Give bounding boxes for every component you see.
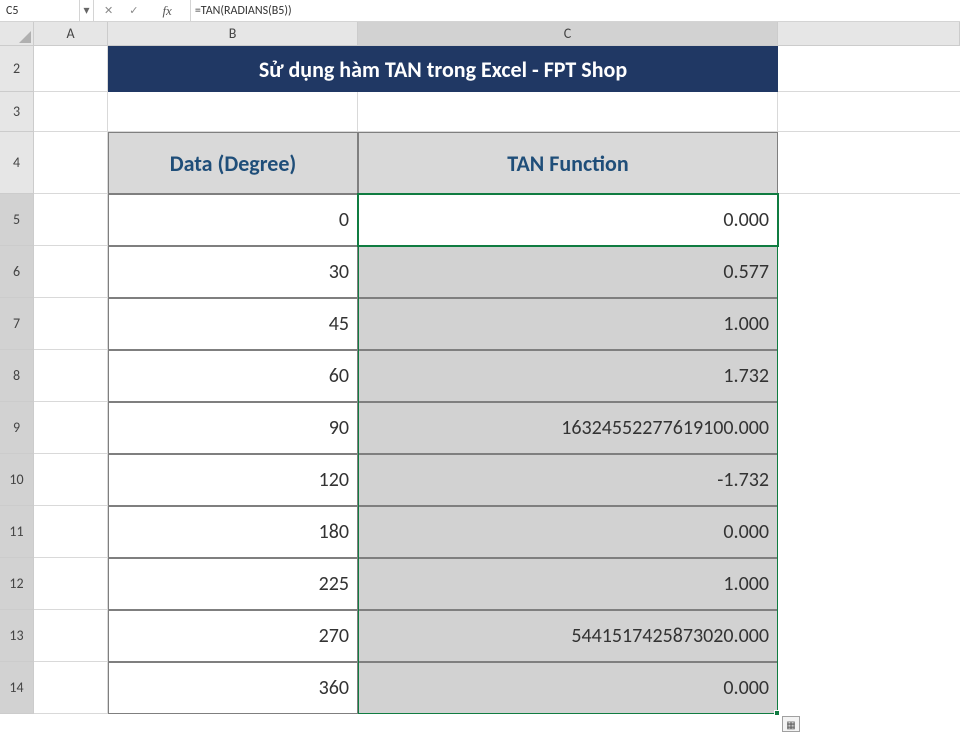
cell-b14[interactable]: 360 (108, 662, 358, 714)
cell-c13[interactable]: 5441517425873020.000 (358, 610, 778, 662)
formula-bar: C5 ▾ ✕ ✓ fx =TAN(RADIANS(B5)) (0, 0, 960, 22)
col-header[interactable]: A (34, 22, 108, 46)
cell[interactable] (34, 454, 108, 506)
cell-b6[interactable]: 30 (108, 246, 358, 298)
col-header[interactable]: B (108, 22, 358, 46)
row-header[interactable]: 12 (0, 558, 34, 610)
name-box[interactable]: C5 (0, 0, 80, 21)
cell-c14[interactable]: 0.000 (358, 662, 778, 714)
confirm-icon[interactable]: ✓ (129, 4, 138, 17)
cell-c10[interactable]: -1.732 (358, 454, 778, 506)
cell[interactable] (358, 92, 778, 132)
cell[interactable] (34, 558, 108, 610)
row-header[interactable]: 5 (0, 194, 34, 246)
cell[interactable] (34, 506, 108, 558)
formula-input[interactable]: =TAN(RADIANS(B5)) (191, 0, 960, 21)
title-cell[interactable]: Sử dụng hàm TAN trong Excel - FPT Shop (108, 46, 778, 92)
cell[interactable] (34, 662, 108, 714)
select-all-corner[interactable] (0, 22, 34, 46)
cell-b12[interactable]: 225 (108, 558, 358, 610)
cell-c7[interactable]: 1.000 (358, 298, 778, 350)
row-header[interactable]: 8 (0, 350, 34, 402)
fx-icon[interactable]: fx (154, 3, 179, 19)
cell[interactable] (34, 46, 108, 92)
cell[interactable] (34, 402, 108, 454)
cell[interactable] (778, 132, 960, 194)
row-header[interactable]: 3 (0, 92, 34, 132)
cell-b9[interactable]: 90 (108, 402, 358, 454)
cell-b10[interactable]: 120 (108, 454, 358, 506)
row-header[interactable]: 10 (0, 454, 34, 506)
autofill-options-button[interactable]: ▦ (782, 716, 800, 732)
cell[interactable] (34, 246, 108, 298)
row-header[interactable]: 11 (0, 506, 34, 558)
cell-b7[interactable]: 45 (108, 298, 358, 350)
cell-b8[interactable]: 60 (108, 350, 358, 402)
cell[interactable] (778, 194, 960, 714)
cell[interactable] (34, 298, 108, 350)
cell-c8[interactable]: 1.732 (358, 350, 778, 402)
cell[interactable] (778, 46, 960, 92)
grid[interactable]: Sử dụng hàm TAN trong Excel - FPT Shop D… (34, 46, 960, 750)
row-headers: 2 3 4 5 6 7 8 9 10 11 12 13 14 (0, 46, 34, 714)
sheet: 2 3 4 5 6 7 8 9 10 11 12 13 14 A B C (0, 22, 960, 750)
table-header-degree[interactable]: Data (Degree) (108, 132, 358, 194)
cell-c5[interactable]: 0.000 (358, 194, 778, 246)
row-header[interactable]: 7 (0, 298, 34, 350)
row-header[interactable]: 13 (0, 610, 34, 662)
col-header (778, 22, 960, 46)
row-header[interactable]: 9 (0, 402, 34, 454)
cell-c12[interactable]: 1.000 (358, 558, 778, 610)
cell[interactable] (34, 350, 108, 402)
cell-b13[interactable]: 270 (108, 610, 358, 662)
table-header-tan[interactable]: TAN Function (358, 132, 778, 194)
row-header[interactable]: 4 (0, 132, 34, 194)
row-header[interactable]: 6 (0, 246, 34, 298)
col-header[interactable]: C (358, 22, 778, 46)
cancel-icon[interactable]: ✕ (104, 4, 113, 17)
cell[interactable] (34, 92, 108, 132)
name-box-dropdown[interactable]: ▾ (80, 0, 94, 21)
row-header[interactable]: 2 (0, 46, 34, 92)
cell-b5[interactable]: 0 (108, 194, 358, 246)
cell[interactable] (34, 194, 108, 246)
formula-bar-icons: ✕ ✓ fx (94, 0, 191, 21)
cell-c6[interactable]: 0.577 (358, 246, 778, 298)
cell-b11[interactable]: 180 (108, 506, 358, 558)
row-header[interactable]: 14 (0, 662, 34, 714)
col-headers: A B C (34, 22, 960, 46)
cell[interactable] (34, 132, 108, 194)
cell[interactable] (778, 92, 960, 132)
cell-c9[interactable]: 16324552277619100.000 (358, 402, 778, 454)
cell-c11[interactable]: 0.000 (358, 506, 778, 558)
cell[interactable] (34, 610, 108, 662)
cell[interactable] (108, 92, 358, 132)
